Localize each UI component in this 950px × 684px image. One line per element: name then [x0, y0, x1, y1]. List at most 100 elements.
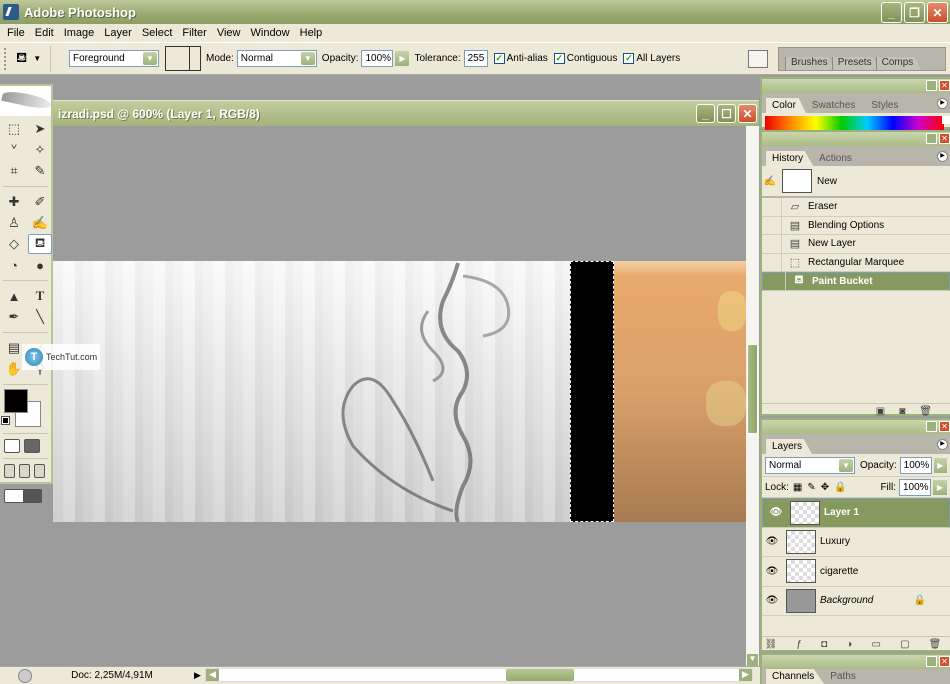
menu-file[interactable]: File: [2, 27, 30, 39]
path-selection-tool[interactable]: ▲: [2, 286, 26, 306]
blur-tool[interactable]: ◔: [2, 255, 26, 275]
layer-row[interactable]: 👁 cigarette: [762, 557, 950, 587]
history-item[interactable]: ▤ Blending Options: [762, 216, 950, 235]
rectangular-marquee-tool[interactable]: ⬚: [2, 119, 26, 139]
eye-icon[interactable]: 👁: [762, 595, 782, 606]
lock-all-icon[interactable]: 🔒: [834, 482, 846, 493]
layer-row[interactable]: 👁 Layer 1: [762, 498, 950, 528]
tab-styles[interactable]: Styles: [865, 98, 908, 113]
layer-style-icon[interactable]: ƒ: [796, 639, 802, 650]
well-tab-brushes[interactable]: Brushes: [785, 57, 836, 70]
tab-color[interactable]: Color: [766, 98, 806, 113]
scroll-right-button[interactable]: ▶: [739, 669, 752, 681]
eye-icon[interactable]: 👁: [762, 566, 782, 577]
new-snapshot-icon[interactable]: ◙: [899, 406, 905, 417]
lock-position-icon[interactable]: ✥: [821, 482, 829, 493]
close-button[interactable]: ✕: [927, 2, 948, 23]
layer-row[interactable]: 👁 Luxury: [762, 528, 950, 557]
pen-tool[interactable]: ✒: [2, 307, 26, 327]
menu-filter[interactable]: Filter: [177, 27, 211, 39]
doc-close-button[interactable]: ✕: [738, 104, 757, 123]
tab-history[interactable]: History: [766, 151, 814, 166]
history-item[interactable]: ▱ Eraser: [762, 197, 950, 217]
palette-minimize-button[interactable]: [926, 421, 937, 432]
palette-minimize-button[interactable]: [926, 80, 937, 91]
history-snapshot[interactable]: ✍ New: [762, 166, 950, 198]
dodge-tool[interactable]: ●: [28, 255, 52, 275]
type-tool[interactable]: T: [28, 286, 52, 306]
palette-minimize-button[interactable]: [926, 133, 937, 144]
layer-mask-icon[interactable]: ◘: [821, 639, 827, 650]
lock-image-icon[interactable]: ✎: [807, 482, 815, 493]
scroll-down-button[interactable]: ▼: [747, 654, 758, 666]
tab-actions[interactable]: Actions: [813, 151, 862, 166]
pattern-picker[interactable]: [165, 46, 201, 71]
lasso-tool[interactable]: ᘁ: [2, 140, 26, 160]
history-item[interactable]: ▤ New Layer: [762, 234, 950, 254]
well-tab-comps[interactable]: Comps: [875, 57, 922, 70]
status-zoom-icon[interactable]: [18, 668, 32, 683]
anti-alias-checkbox[interactable]: ✓ Anti-alias: [493, 53, 548, 64]
vertical-scroll-thumb[interactable]: [747, 344, 758, 434]
move-tool[interactable]: ➤: [28, 119, 52, 139]
all-layers-checkbox[interactable]: ✓ All Layers: [623, 53, 680, 64]
palette-close-button[interactable]: ✕: [939, 421, 950, 432]
palette-close-button[interactable]: ✕: [939, 80, 950, 91]
palette-close-button[interactable]: ✕: [939, 656, 950, 667]
new-layer-icon[interactable]: ▢: [900, 639, 909, 650]
line-tool[interactable]: ╲: [28, 307, 52, 327]
new-group-icon[interactable]: ▭: [871, 639, 880, 650]
fill-source-select[interactable]: Foreground ▼: [69, 50, 159, 67]
restore-button[interactable]: ❐: [904, 2, 925, 23]
new-document-from-state-icon[interactable]: ▣: [876, 406, 885, 417]
menu-edit[interactable]: Edit: [30, 27, 59, 39]
clone-stamp-tool[interactable]: ♙: [2, 213, 26, 233]
tab-channels[interactable]: Channels: [766, 669, 825, 684]
healing-brush-tool[interactable]: ✚: [2, 192, 26, 212]
eraser-tool[interactable]: ◇: [2, 234, 26, 254]
foreground-color-swatch[interactable]: [4, 389, 28, 413]
palette-close-button[interactable]: ✕: [939, 133, 950, 144]
opacity-input[interactable]: 100%: [361, 50, 394, 67]
file-browser-icon[interactable]: [748, 50, 768, 68]
minimize-button[interactable]: _: [881, 2, 902, 23]
doc-minimize-button[interactable]: _: [696, 104, 715, 123]
vertical-scrollbar[interactable]: ▼: [746, 126, 759, 666]
doc-maximize-button[interactable]: ☐: [717, 104, 736, 123]
tab-layers[interactable]: Layers: [766, 439, 813, 454]
well-tab-presets[interactable]: Presets: [831, 57, 880, 70]
history-brush-source-icon[interactable]: ✍: [762, 176, 778, 187]
opacity-slider-button[interactable]: ▶: [395, 51, 410, 66]
palette-menu-icon[interactable]: ▶: [937, 151, 948, 162]
default-colors-icon[interactable]: [1, 416, 10, 425]
link-layers-icon[interactable]: ⛓: [765, 639, 778, 650]
menu-help[interactable]: Help: [295, 27, 328, 39]
paint-bucket-tool[interactable]: ⛾: [28, 234, 52, 254]
magic-wand-tool[interactable]: ✧: [28, 140, 52, 160]
palette-menu-icon[interactable]: ▶: [937, 98, 948, 109]
screen-mode-full-menu[interactable]: [19, 464, 30, 478]
brush-tool[interactable]: ✐: [28, 192, 52, 212]
layer-row[interactable]: 👁 Background 🔒: [762, 587, 950, 616]
adjustment-layer-icon[interactable]: ◑: [846, 639, 852, 650]
trash-icon[interactable]: 🗑: [919, 406, 932, 417]
quick-mask-button[interactable]: [24, 439, 40, 453]
horizontal-scroll-thumb[interactable]: [506, 669, 574, 681]
standard-mode-button[interactable]: [4, 439, 20, 453]
mode-select[interactable]: Normal ▼: [236, 50, 317, 67]
layer-opacity-input[interactable]: 100%: [899, 456, 932, 474]
contiguous-checkbox[interactable]: ✓ Contiguous: [553, 53, 617, 64]
trash-icon[interactable]: 🗑: [929, 639, 942, 650]
layer-opacity-slider-button[interactable]: ▶: [933, 457, 947, 473]
palette-minimize-button[interactable]: [926, 656, 937, 667]
jump-to-imageready-button[interactable]: [4, 489, 42, 503]
history-item-selected[interactable]: ⛾ Paint Bucket: [762, 272, 950, 291]
eye-icon[interactable]: 👁: [766, 507, 786, 518]
status-menu-arrow-icon[interactable]: ▶: [194, 670, 201, 681]
scroll-left-button[interactable]: ◀: [206, 669, 219, 681]
menu-select[interactable]: Select: [137, 27, 178, 39]
fill-slider-button[interactable]: ▶: [933, 479, 947, 495]
image-canvas[interactable]: [53, 261, 746, 522]
tolerance-input[interactable]: 255: [463, 50, 488, 67]
tab-paths[interactable]: Paths: [824, 669, 866, 684]
